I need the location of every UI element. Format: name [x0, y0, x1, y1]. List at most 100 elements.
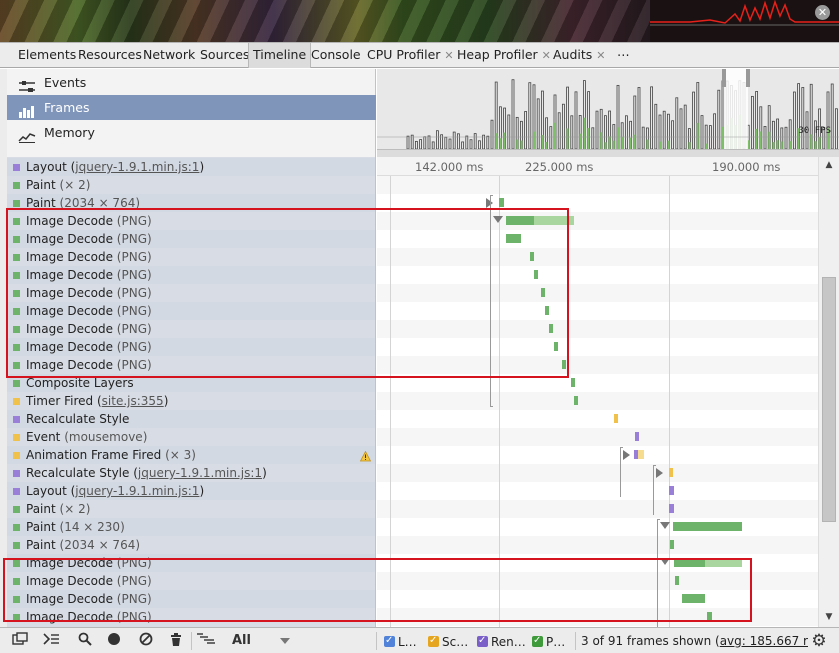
timeline-record-bar[interactable] — [669, 504, 674, 513]
timeline-record-bar[interactable] — [675, 576, 679, 585]
record-row[interactable]: Paint (2034 × 764) — [7, 194, 375, 212]
record-source-link[interactable]: jquery-1.9.1.min.js:1 — [138, 466, 262, 480]
overview-mode-memory[interactable]: Memory — [7, 120, 376, 145]
search-icon[interactable] — [76, 632, 94, 650]
timeline-record-bar[interactable] — [673, 522, 742, 531]
tab-timeline[interactable]: Timeline — [248, 43, 312, 68]
scroll-down-icon[interactable]: ▼ — [819, 609, 839, 625]
gear-icon[interactable]: ⚙ — [809, 631, 829, 651]
record-source-link[interactable]: site.js:355 — [102, 394, 164, 408]
record-row[interactable]: Image Decode (PNG) — [7, 590, 375, 608]
timeline-record-bar[interactable] — [707, 612, 712, 621]
timeline-record-bar[interactable] — [562, 360, 566, 369]
record-detail: (× 2) — [59, 502, 91, 516]
record-row[interactable]: Composite Layers — [7, 374, 375, 392]
record-row[interactable]: Paint (14 × 230) — [7, 518, 375, 536]
tab-more-icon[interactable]: ⋯ — [617, 43, 630, 68]
timeline-record-bar[interactable] — [682, 594, 705, 603]
expand-arrow-icon[interactable] — [623, 450, 630, 460]
expand-arrow-icon[interactable] — [656, 468, 663, 478]
record-row[interactable]: Timer Fired (site.js:355) — [7, 392, 375, 410]
tab-audits[interactable]: Audits ✕ — [553, 43, 606, 68]
record-row[interactable]: Image Decode (PNG) — [7, 572, 375, 590]
record-filter-select[interactable]: All — [226, 631, 296, 651]
record-row[interactable]: Animation Frame Fired (× 3) — [7, 446, 375, 464]
tab-close-icon[interactable]: ✕ — [444, 49, 453, 62]
timeline-record-bar[interactable] — [571, 378, 575, 387]
records-scrollbar[interactable]: ▲ ▼ — [818, 157, 839, 627]
record-row[interactable]: Image Decode (PNG) — [7, 302, 375, 320]
collapse-arrow-icon[interactable] — [493, 216, 503, 223]
timeline-record-bar[interactable] — [506, 216, 534, 225]
record-row[interactable]: Image Decode (PNG) — [7, 554, 375, 572]
category-checkbox[interactable]: Ren… — [477, 633, 526, 650]
timeline-record-bar[interactable] — [506, 234, 521, 243]
timeline-record-bar[interactable] — [530, 252, 534, 261]
tab-sources[interactable]: Sources — [200, 43, 249, 68]
tab-elements[interactable]: Elements — [18, 43, 76, 68]
clear-icon[interactable] — [137, 632, 155, 650]
timeline-record-bar[interactable] — [545, 306, 549, 315]
tab-console[interactable]: Console — [311, 43, 361, 68]
record-row[interactable]: Image Decode (PNG) — [7, 212, 375, 230]
record-row[interactable]: Event (mousemove) — [7, 428, 375, 446]
timeline-record-bar[interactable] — [635, 432, 639, 441]
overview-mode-frames[interactable]: Frames — [7, 95, 376, 120]
selection-handle[interactable] — [746, 69, 750, 87]
warning-icon[interactable] — [359, 449, 372, 462]
timeline-record-bar[interactable] — [499, 198, 504, 207]
timeline-record-bar[interactable] — [534, 270, 538, 279]
console-drawer-icon[interactable] — [42, 632, 60, 650]
overview-frame-paint — [629, 137, 632, 149]
timeline-record-bar[interactable] — [669, 468, 673, 477]
scroll-up-icon[interactable]: ▲ — [819, 157, 839, 173]
close-devtools-icon[interactable]: ✕ — [815, 5, 830, 20]
record-row[interactable]: Recalculate Style — [7, 410, 375, 428]
timeline-record-bar[interactable] — [549, 324, 553, 333]
record-row[interactable]: Paint (× 2) — [7, 176, 375, 194]
glue-records-icon[interactable] — [196, 632, 215, 650]
timeline-record-bar[interactable] — [614, 414, 618, 423]
record-row[interactable]: Image Decode (PNG) — [7, 248, 375, 266]
timeline-record-bar[interactable] — [669, 486, 674, 495]
category-checkbox[interactable]: P… — [532, 633, 565, 650]
selection-handle[interactable] — [722, 69, 726, 87]
category-checkbox[interactable]: Sc… — [428, 633, 468, 650]
tab-close-icon[interactable]: ✕ — [596, 49, 605, 62]
timeline-record-bar[interactable] — [554, 342, 558, 351]
timeline-record-bar[interactable] — [574, 396, 578, 405]
record-icon[interactable] — [105, 632, 123, 650]
frames-overview-graph[interactable]: 30 FPS — [377, 69, 839, 149]
tab-heap-profiler[interactable]: Heap Profiler ✕ — [457, 43, 551, 68]
record-row[interactable]: Image Decode (PNG) — [7, 284, 375, 302]
record-row[interactable]: Image Decode (PNG) — [7, 608, 375, 626]
timeline-record-bar[interactable] — [674, 558, 705, 567]
tab-network[interactable]: Network — [143, 43, 195, 68]
overview-mode-events[interactable]: Events — [7, 70, 376, 95]
tab-resources[interactable]: Resources — [78, 43, 142, 68]
record-row[interactable]: Image Decode (PNG) — [7, 230, 375, 248]
record-row[interactable]: Layout (jquery-1.9.1.min.js:1) — [7, 158, 375, 176]
category-checkbox[interactable]: L… — [384, 633, 417, 650]
dock-icon[interactable] — [11, 632, 29, 650]
timeline-record-bar[interactable] — [670, 540, 674, 549]
record-source-link[interactable]: jquery-1.9.1.min.js:1 — [75, 484, 199, 498]
record-row[interactable]: Image Decode (PNG) — [7, 266, 375, 284]
record-row[interactable]: Image Decode (PNG) — [7, 356, 375, 374]
record-row[interactable]: Recalculate Style (jquery-1.9.1.min.js:1… — [7, 464, 375, 482]
scroll-thumb[interactable] — [822, 277, 836, 522]
record-row[interactable]: Image Decode (PNG) — [7, 338, 375, 356]
frames-avg-link[interactable]: avg: 185.667 r — [720, 634, 808, 648]
record-row[interactable]: Layout (jquery-1.9.1.min.js:1) — [7, 482, 375, 500]
record-source-link[interactable]: jquery-1.9.1.min.js:1 — [75, 160, 199, 174]
collapse-arrow-icon[interactable] — [660, 522, 670, 529]
garbage-collect-icon[interactable] — [167, 632, 185, 650]
record-row[interactable]: Image Decode (PNG) — [7, 320, 375, 338]
tab-close-icon[interactable]: ✕ — [542, 49, 551, 62]
tab-cpu-profiler[interactable]: CPU Profiler ✕ — [367, 43, 454, 68]
overview-frame-paint — [604, 142, 607, 149]
collapse-arrow-icon[interactable] — [660, 558, 670, 565]
timeline-record-bar[interactable] — [541, 288, 545, 297]
record-row[interactable]: Paint (× 2) — [7, 500, 375, 518]
record-row[interactable]: Paint (2034 × 764) — [7, 536, 375, 554]
